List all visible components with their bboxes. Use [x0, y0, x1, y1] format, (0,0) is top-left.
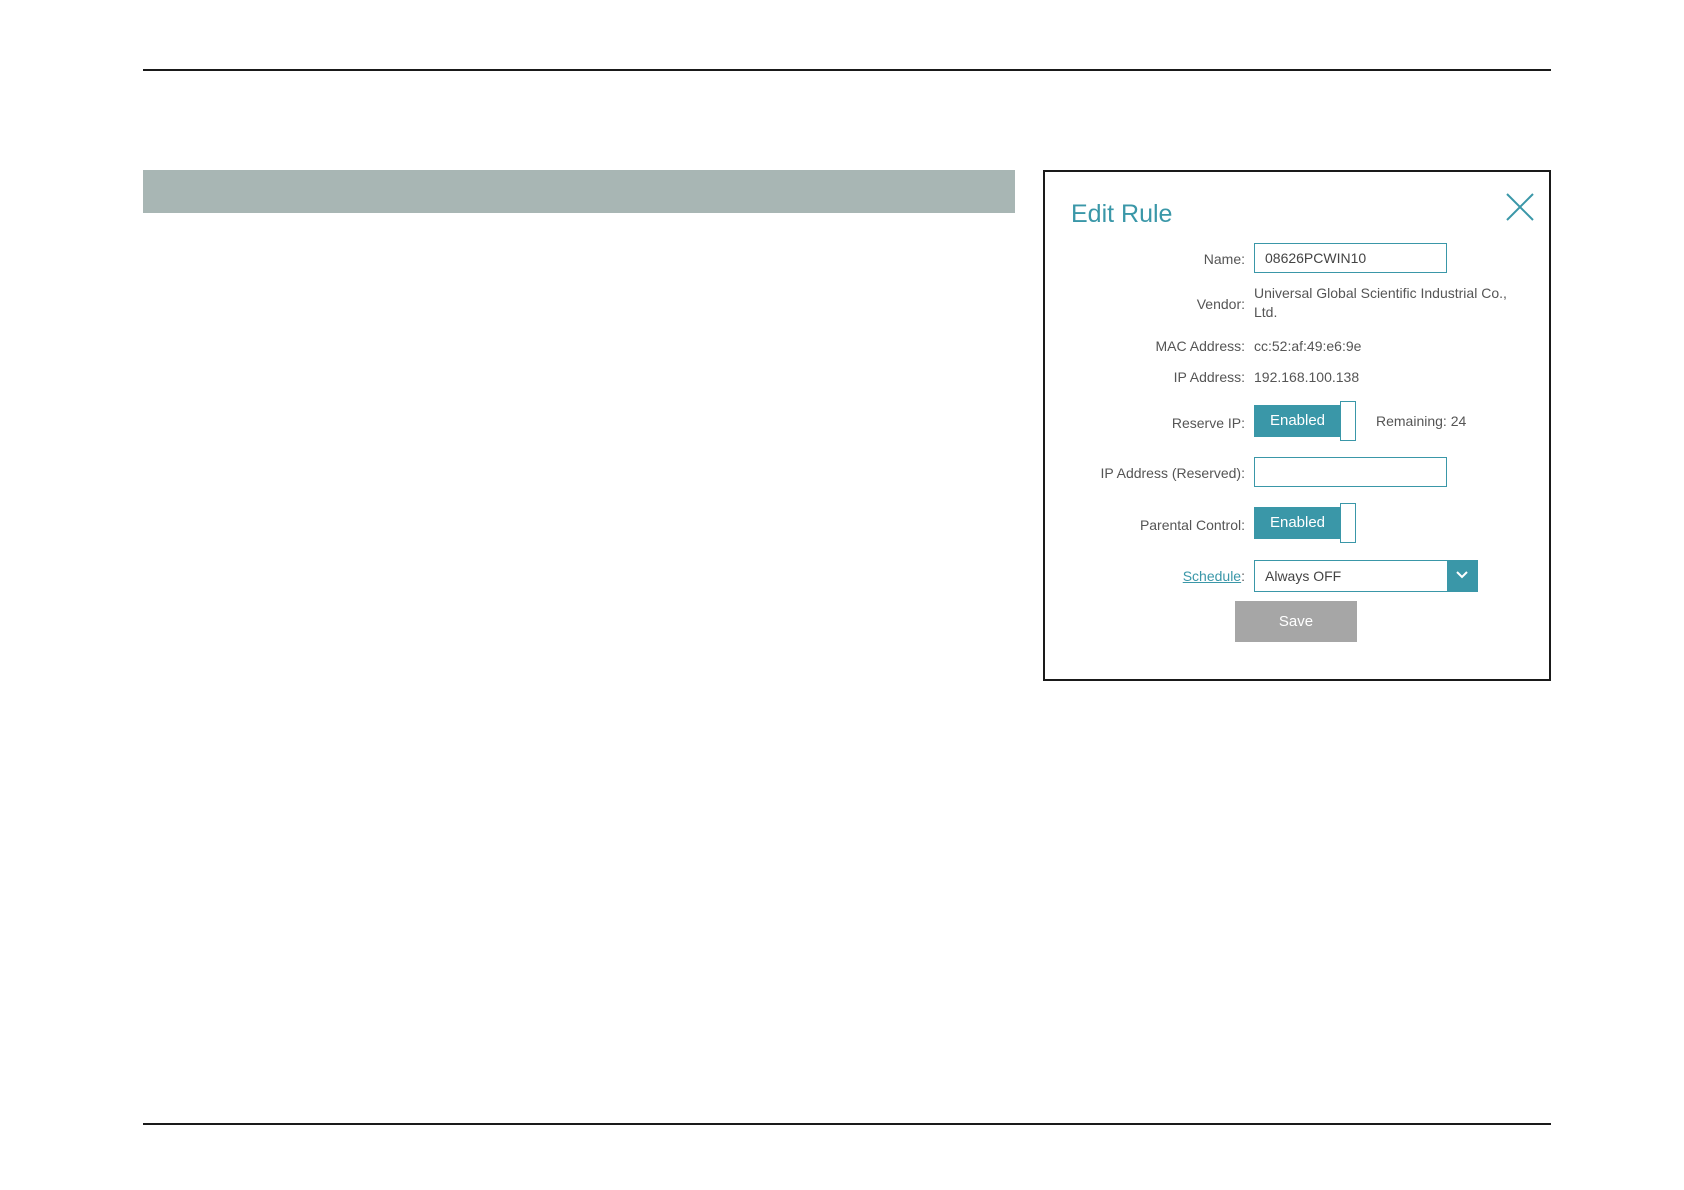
schedule-link[interactable]: Schedule: [1183, 568, 1241, 584]
schedule-selected-value: Always OFF: [1265, 568, 1342, 584]
page: Edit Rule Name: Vendor: Universal Global…: [0, 0, 1684, 1190]
ip-reserved-input[interactable]: [1254, 457, 1447, 487]
ip-label: IP Address:: [1173, 369, 1245, 385]
reserve-ip-toggle-knob[interactable]: [1340, 401, 1356, 441]
schedule-dropdown-button[interactable]: [1447, 561, 1477, 591]
reserve-ip-toggle[interactable]: Enabled: [1254, 401, 1356, 441]
mac-value: cc:52:af:49:e6:9e: [1254, 338, 1362, 354]
vendor-value-line2: Ltd.: [1254, 304, 1278, 320]
schedule-label: Schedule:: [1183, 560, 1245, 592]
schedule-label-suffix: :: [1241, 568, 1245, 584]
close-button[interactable]: [1505, 192, 1535, 222]
mac-row: MAC Address: cc:52:af:49:e6:9e: [1045, 330, 1549, 362]
mac-label: MAC Address:: [1155, 338, 1245, 354]
vendor-value: Universal Global Scientific Industrial C…: [1254, 284, 1524, 322]
chevron-down-icon: [1456, 571, 1468, 579]
reserve-ip-label: Reserve IP:: [1171, 415, 1245, 431]
top-divider: [143, 69, 1551, 71]
schedule-select[interactable]: Always OFF: [1254, 560, 1478, 592]
save-button[interactable]: Save: [1235, 601, 1357, 642]
reserve-ip-toggle-text: Enabled: [1254, 405, 1341, 437]
ip-reserved-row: IP Address (Reserved):: [1045, 457, 1549, 489]
ip-row: IP Address: 192.168.100.138: [1045, 361, 1549, 393]
schedule-row: Schedule: Always OFF: [1045, 560, 1549, 592]
reserve-ip-row: Reserve IP: Enabled Remaining: 24: [1045, 401, 1549, 441]
ip-value: 192.168.100.138: [1254, 369, 1360, 385]
parental-control-row: Parental Control: Enabled: [1045, 503, 1549, 543]
ip-reserved-label: IP Address (Reserved):: [1100, 465, 1245, 481]
parental-control-toggle[interactable]: Enabled: [1254, 503, 1356, 543]
close-icon: [1506, 193, 1534, 221]
parental-control-label: Parental Control:: [1139, 517, 1245, 533]
remaining-count: Remaining: 24: [1376, 413, 1467, 429]
vendor-label: Vendor:: [1196, 296, 1245, 312]
section-header-bar: [143, 170, 1015, 213]
bottom-divider: [143, 1123, 1551, 1125]
name-input[interactable]: [1254, 243, 1447, 273]
parental-control-toggle-knob[interactable]: [1340, 503, 1356, 543]
vendor-row: Vendor: Universal Global Scientific Indu…: [1045, 284, 1549, 324]
edit-rule-dialog: Edit Rule Name: Vendor: Universal Global…: [1043, 170, 1551, 681]
vendor-value-line1: Universal Global Scientific Industrial C…: [1254, 285, 1507, 301]
parental-control-toggle-text: Enabled: [1254, 507, 1341, 539]
name-row: Name:: [1045, 243, 1549, 275]
name-label: Name:: [1203, 251, 1245, 267]
dialog-title: Edit Rule: [1071, 200, 1173, 228]
